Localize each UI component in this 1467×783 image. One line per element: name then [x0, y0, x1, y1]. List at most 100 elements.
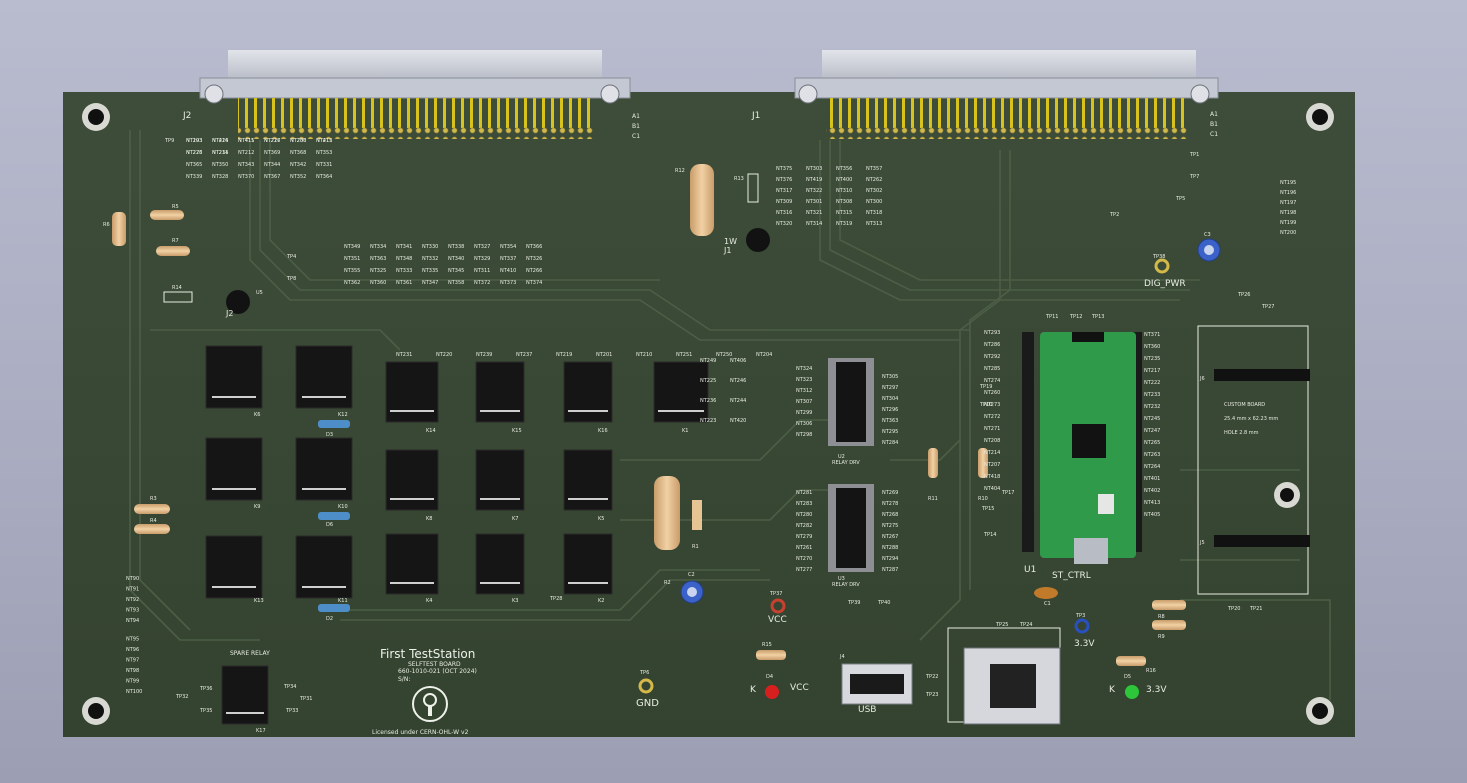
relay-ref-label: K9	[254, 504, 260, 510]
net-label: NT376	[776, 177, 792, 183]
net-label: NT225	[700, 378, 716, 384]
net-label: NT237	[516, 352, 532, 358]
v33-led-label: 3.3V	[1146, 685, 1167, 695]
net-label: NT348	[396, 256, 412, 262]
net-label: NT207	[984, 462, 1000, 468]
tp6-label: TP6	[639, 670, 649, 676]
relay-ref-label: K7	[512, 516, 518, 522]
board-part-number: 660-1010-021 (OCT 2024)	[398, 668, 477, 675]
right-net-label: NT198	[1280, 210, 1296, 216]
testpoint-ref-label: TP26	[1237, 292, 1250, 298]
testpoint-ref-label: TP28	[549, 596, 562, 602]
net-label: NT322	[806, 188, 822, 194]
net-label: NT350	[212, 162, 228, 168]
relay-ref-label: K2	[598, 598, 604, 604]
net-label: NT312	[796, 388, 812, 394]
net-label: NT335	[422, 268, 438, 274]
u1-caption: ST_CTRL	[1052, 571, 1091, 581]
relay-labels: K6 K12 K9 K10 K13 K11 K14 K15 K16 K1 K8 K7 K5 K4 K3 K2	[254, 412, 688, 604]
net-label: NT357	[866, 166, 882, 172]
net-label: NT318	[866, 210, 882, 216]
testpoint-ref-label: TP20	[1227, 606, 1240, 612]
testpoint-ref-label: TP21	[1249, 606, 1262, 612]
net-label: NT216	[264, 138, 280, 144]
resistor-ref-label: R6	[103, 222, 110, 228]
u2-caption: RELAY DRV	[832, 460, 860, 466]
net-label: NT271	[984, 426, 1000, 432]
net-label: NT222	[1144, 380, 1160, 386]
net-label: NT338	[448, 244, 464, 250]
gnd-label: GND	[636, 698, 659, 709]
net-label: NT363	[882, 418, 898, 424]
right-net-label: NT195	[1280, 180, 1296, 186]
dig-pwr-label: DIG_PWR	[1144, 279, 1186, 289]
left-net-label: NT95	[126, 637, 139, 643]
resistor-ref-label: R10	[978, 496, 988, 502]
net-label: NT315	[836, 210, 852, 216]
serial-label: S/N:	[398, 676, 410, 683]
row-a1-right: A1	[1210, 111, 1218, 118]
net-label: NT270	[796, 556, 812, 562]
net-label: NT244	[730, 398, 746, 404]
net-label: NT283	[796, 501, 812, 507]
net-label: NT250	[716, 352, 732, 358]
net-label: NT266	[526, 268, 542, 274]
net-label: NT210	[636, 352, 652, 358]
net-label: NT320	[776, 221, 792, 227]
j2-small-label: J2	[225, 309, 233, 318]
net-label: NT308	[836, 199, 852, 205]
net-label: NT360	[370, 280, 386, 286]
net-label: NT231	[396, 352, 412, 358]
testpoint-ref-label: TP13	[1091, 314, 1104, 320]
u1-ref: U1	[1024, 565, 1036, 575]
small-net-labels: NT193 NT226 NT411 NT227 NT230 NT412NT228 NT211…	[186, 138, 1160, 573]
net-label: NT201	[596, 352, 612, 358]
net-label: NT352	[290, 174, 306, 180]
net-label: NT334	[370, 244, 386, 250]
k-d5-label: K	[1109, 685, 1116, 695]
net-label: NT373	[500, 280, 516, 286]
net-label: NT341	[396, 244, 412, 250]
net-label: NT217	[1144, 368, 1160, 374]
net-label: NT286	[984, 342, 1000, 348]
net-label: NT272	[984, 414, 1000, 420]
net-label: NT269	[882, 490, 898, 496]
net-label: NT204	[756, 352, 772, 358]
net-label: NT321	[806, 210, 822, 216]
relay-ref-label: K14	[426, 428, 436, 434]
capacitor-ref-label: C2	[688, 572, 695, 578]
net-label: NT356	[836, 166, 852, 172]
right-net-label: NT197	[1280, 200, 1296, 206]
resistor-ref-label: R9	[1158, 634, 1165, 640]
testpoint-ref-label: TP25	[995, 622, 1008, 628]
right-net-list: NT195 NT196 NT197 NT198 NT199 NT200	[1280, 180, 1296, 236]
net-label: NT375	[776, 166, 792, 172]
net-label: NT261	[796, 545, 812, 551]
relay-ref-label: K1	[682, 428, 688, 434]
net-label: NT214	[984, 450, 1000, 456]
net-label: NT372	[474, 280, 490, 286]
net-label: NT292	[984, 354, 1000, 360]
net-label: NT342	[290, 162, 306, 168]
net-label: NT302	[866, 188, 882, 194]
net-label: NT246	[730, 378, 746, 384]
tp37-label: TP37	[769, 591, 782, 597]
d4-label: D4	[766, 674, 773, 680]
net-label: NT374	[526, 280, 542, 286]
resistor-ref-label: R16	[1146, 668, 1156, 674]
net-label: NT364	[316, 174, 332, 180]
net-label: NT203	[186, 138, 202, 144]
net-label: NT235	[1144, 356, 1160, 362]
resistor-ref-label: R14	[172, 285, 182, 291]
net-label: NT282	[796, 523, 812, 529]
net-label: NT267	[882, 534, 898, 540]
u3-caption: RELAY DRV	[832, 582, 860, 588]
net-label: NT360	[1144, 344, 1160, 350]
net-label: NT370	[238, 174, 254, 180]
net-label: NT245	[1144, 416, 1160, 422]
net-label: NT278	[882, 501, 898, 507]
one-w-label: 1W	[724, 237, 737, 246]
diode-ref-label: D2	[326, 616, 333, 622]
usb-label: USB	[858, 705, 876, 715]
testpoint-ref-label: TP35	[199, 708, 212, 714]
